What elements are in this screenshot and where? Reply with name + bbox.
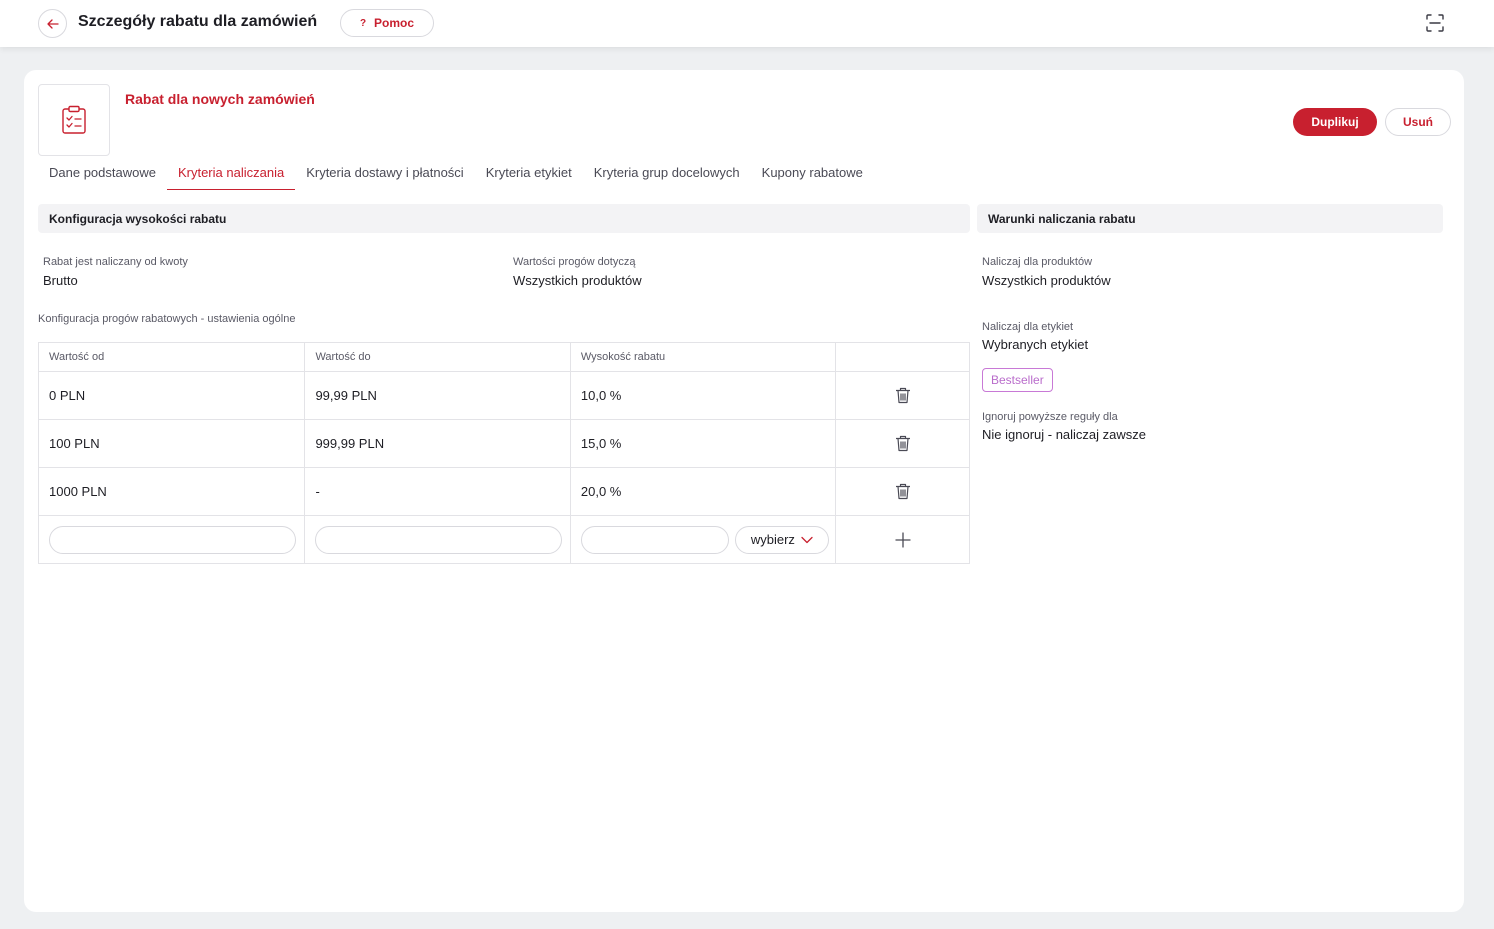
discount-details-card: Rabat dla nowych zamówień Duplikuj Usuń … bbox=[24, 70, 1464, 912]
scan-icon[interactable] bbox=[1425, 13, 1445, 33]
column-header-discount: Wysokość rabatu bbox=[569, 343, 835, 371]
duplicate-button[interactable]: Duplikuj bbox=[1293, 108, 1377, 136]
back-button[interactable] bbox=[38, 9, 67, 38]
discount-name: Rabat dla nowych zamówień bbox=[125, 91, 315, 107]
chevron-down-icon bbox=[801, 536, 813, 543]
discount-thumbnail bbox=[38, 84, 110, 156]
add-row-button[interactable] bbox=[895, 531, 911, 548]
ignore-rules-value: Nie ignoruj - naliczaj zawsze bbox=[982, 427, 1147, 442]
cell-to: 999,99 PLN bbox=[304, 420, 569, 467]
cell-actions bbox=[835, 420, 969, 467]
tab-label-criteria[interactable]: Kryteria etykiet bbox=[475, 154, 583, 190]
page-title: Szczegóły rabatu dla zamówień bbox=[78, 13, 318, 30]
labels-value: Wybranych etykiet bbox=[982, 337, 1089, 352]
cell-discount: 10,0 % bbox=[569, 372, 835, 419]
unit-select-value: wybierz bbox=[750, 532, 795, 547]
cell-from: 100 PLN bbox=[49, 436, 100, 451]
tab-bar: Dane podstawowe Kryteria naliczania Kryt… bbox=[38, 154, 874, 190]
label-badge: Bestseller bbox=[982, 368, 1053, 392]
help-button[interactable]: ? Pomoc bbox=[340, 9, 434, 37]
thresholds-apply-value: Wszystkich produktów bbox=[513, 273, 642, 288]
amount-basis-label: Rabat jest naliczany od kwoty bbox=[43, 256, 188, 268]
labels-label: Naliczaj dla etykiet bbox=[982, 321, 1074, 333]
cell-discount: 20,0 % bbox=[569, 468, 835, 515]
new-threshold-row: wybierz bbox=[39, 515, 969, 563]
arrow-left-icon bbox=[46, 18, 59, 29]
cell-discount: 15,0 % bbox=[569, 420, 835, 467]
cell-actions bbox=[835, 372, 969, 419]
delete-row-button[interactable] bbox=[895, 483, 911, 500]
table-row: 100 PLN 999,99 PLN 15,0 % bbox=[39, 419, 969, 467]
conditions-section-header: Warunki naliczania rabatu bbox=[977, 204, 1443, 233]
table-row: 0 PLN 99,99 PLN 10,0 % bbox=[39, 371, 969, 419]
column-header-to: Wartość do bbox=[304, 343, 569, 371]
table-row: 1000 PLN - 20,0 % bbox=[39, 467, 969, 515]
thresholds-section-label: Konfiguracja progów rabatowych - ustawie… bbox=[38, 313, 296, 325]
discount-value-input[interactable] bbox=[580, 525, 729, 554]
cell-from: 1000 PLN bbox=[49, 484, 107, 499]
top-bar: Szczegóły rabatu dla zamówień ? Pomoc bbox=[0, 0, 1494, 47]
delete-row-button[interactable] bbox=[895, 435, 911, 452]
cell-actions bbox=[835, 468, 969, 515]
tab-target-group-criteria[interactable]: Kryteria grup docelowych bbox=[583, 154, 751, 190]
tab-basic-data[interactable]: Dane podstawowe bbox=[38, 154, 167, 190]
column-header-actions bbox=[835, 343, 969, 371]
delete-row-button[interactable] bbox=[895, 387, 911, 404]
from-value-input[interactable] bbox=[49, 525, 296, 554]
thresholds-apply-label: Wartości progów dotyczą bbox=[513, 256, 636, 268]
tab-calculation-criteria[interactable]: Kryteria naliczania bbox=[166, 154, 296, 190]
cell-to: 99,99 PLN bbox=[304, 372, 569, 419]
products-label: Naliczaj dla produktów bbox=[982, 256, 1093, 268]
plus-icon bbox=[895, 531, 911, 548]
ignore-rules-label: Ignoruj powyższe reguły dla bbox=[982, 411, 1118, 423]
config-section-header: Konfiguracja wysokości rabatu bbox=[38, 204, 970, 233]
unit-select[interactable]: wybierz bbox=[734, 525, 829, 554]
question-icon: ? bbox=[359, 17, 367, 29]
products-value: Wszystkich produktów bbox=[982, 273, 1111, 288]
table-header-row: Wartość od Wartość do Wysokość rabatu bbox=[39, 343, 969, 371]
cell-add-action bbox=[835, 516, 969, 563]
trash-icon bbox=[895, 483, 910, 500]
help-button-label: Pomoc bbox=[374, 16, 415, 30]
trash-icon bbox=[895, 435, 910, 452]
cell-from-input bbox=[39, 516, 304, 563]
amount-basis-value: Brutto bbox=[43, 273, 78, 288]
column-header-from: Wartość od bbox=[49, 351, 105, 363]
delete-button[interactable]: Usuń bbox=[1385, 108, 1451, 136]
trash-icon bbox=[895, 387, 910, 404]
cell-discount-input: wybierz bbox=[569, 516, 835, 563]
tab-discount-coupons[interactable]: Kupony rabatowe bbox=[751, 154, 874, 190]
clipboard-check-icon bbox=[62, 105, 86, 134]
tab-delivery-payment-criteria[interactable]: Kryteria dostawy i płatności bbox=[295, 154, 475, 190]
cell-to: - bbox=[304, 468, 569, 515]
to-value-input[interactable] bbox=[315, 525, 563, 554]
thresholds-table: Wartość od Wartość do Wysokość rabatu 0 … bbox=[38, 342, 970, 564]
cell-to-input bbox=[304, 516, 569, 563]
cell-from: 0 PLN bbox=[49, 388, 86, 403]
